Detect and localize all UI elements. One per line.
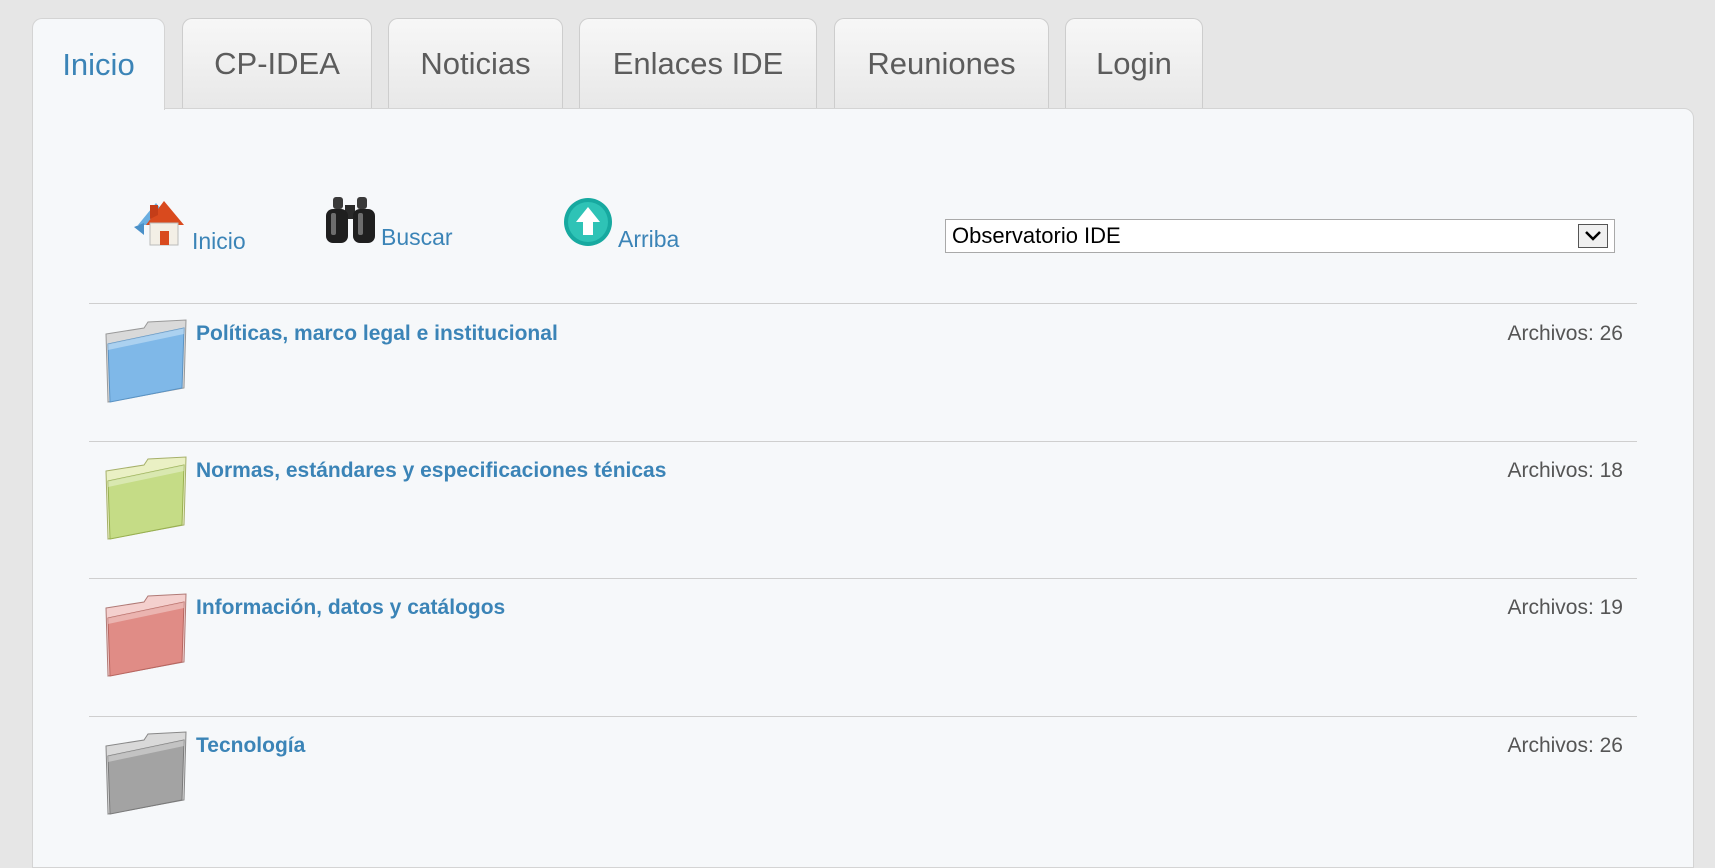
home-link[interactable]: Inicio — [132, 195, 246, 257]
repository-select-value: Observatorio IDE — [952, 223, 1121, 248]
folder-title[interactable]: Políticas, marco legal e institucional — [196, 322, 558, 346]
search-link[interactable]: Buscar — [323, 195, 453, 253]
home-link-label: Inicio — [192, 228, 246, 254]
tab-noticias[interactable]: Noticias — [388, 18, 563, 108]
folder-icon[interactable] — [104, 455, 188, 550]
file-count: Archivos: 26 — [1507, 322, 1623, 345]
search-link-label: Buscar — [381, 224, 453, 250]
folder-icon[interactable] — [104, 318, 188, 413]
binoculars-icon — [323, 195, 379, 253]
chevron-down-icon[interactable] — [1578, 224, 1608, 248]
up-link[interactable]: Arriba — [562, 195, 679, 255]
folder-row: Tecnología Archivos: 26 — [89, 716, 1637, 853]
tab-cp-idea[interactable]: CP-IDEA — [182, 18, 372, 108]
file-count: Archivos: 18 — [1507, 459, 1623, 482]
tab-inicio[interactable]: Inicio — [32, 18, 165, 110]
folder-title[interactable]: Información, datos y catálogos — [196, 596, 505, 620]
tab-reuniones[interactable]: Reuniones — [834, 18, 1049, 108]
home-icon — [132, 195, 190, 257]
tab-enlaces-ide[interactable]: Enlaces IDE — [579, 18, 817, 108]
file-count: Archivos: 26 — [1507, 734, 1623, 757]
tab-login[interactable]: Login — [1065, 18, 1203, 108]
folder-icon[interactable] — [104, 592, 188, 687]
arrow-up-icon — [562, 195, 616, 255]
file-count: Archivos: 19 — [1507, 596, 1623, 619]
repository-select[interactable]: Observatorio IDE — [945, 219, 1615, 253]
folder-row: Normas, estándares y especificaciones té… — [89, 441, 1637, 578]
folder-row: Información, datos y catálogos Archivos:… — [89, 578, 1637, 715]
folder-title[interactable]: Normas, estándares y especificaciones té… — [196, 459, 666, 483]
folder-row: Políticas, marco legal e institucional A… — [89, 304, 1637, 441]
up-link-label: Arriba — [618, 226, 680, 252]
folder-title[interactable]: Tecnología — [196, 734, 305, 758]
folder-icon[interactable] — [104, 730, 188, 825]
